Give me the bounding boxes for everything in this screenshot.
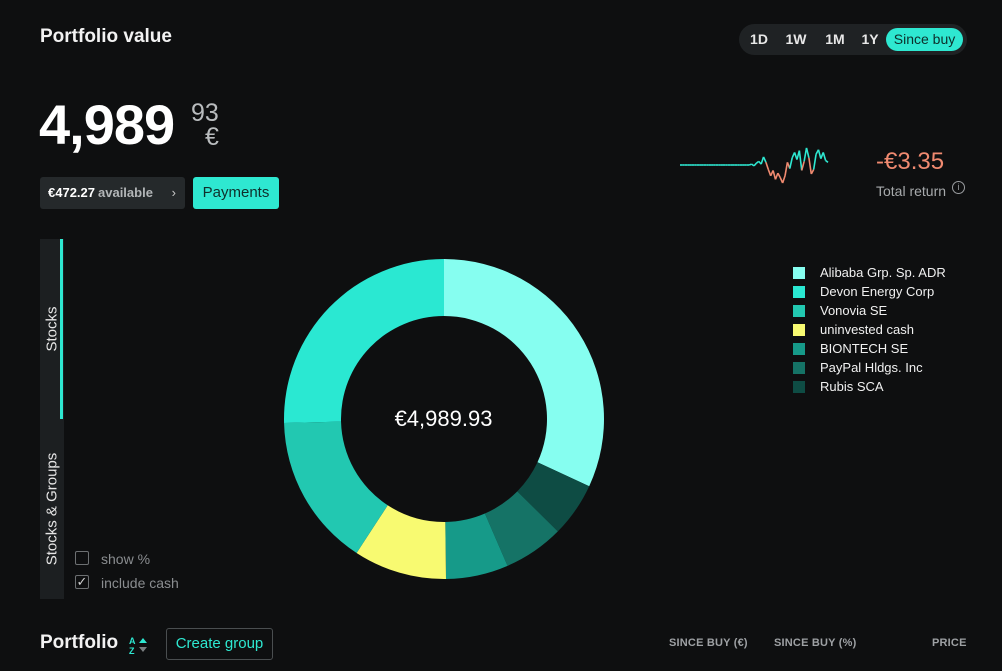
page-title: Portfolio value <box>40 26 172 47</box>
range-1d-button[interactable]: 1D <box>747 28 771 51</box>
total-return-value: -€3.35 <box>876 148 945 175</box>
create-group-button[interactable]: Create group <box>166 628 273 660</box>
sparkline-segment <box>805 147 810 158</box>
sparkline-segment <box>812 154 817 170</box>
svg-text:Z: Z <box>129 646 135 655</box>
sparkline-segment <box>777 172 781 178</box>
sparkline-segment <box>817 149 822 159</box>
sparkline-segment <box>798 150 803 171</box>
legend-label: Devon Energy Corp <box>820 284 935 299</box>
range-1w-button[interactable]: 1W <box>781 28 811 51</box>
sparkline-segment <box>755 160 760 164</box>
legend-label: Vonovia SE <box>820 303 888 318</box>
sparkline-segment <box>748 163 752 166</box>
legend-swatch <box>793 324 805 336</box>
donut-segment-devon-energy-corp[interactable] <box>284 259 444 424</box>
tab-stocks-groups-label: Stocks & Groups <box>43 452 61 566</box>
portfolio-value: 4,989 <box>39 93 175 156</box>
include-cash-label: include cash <box>101 575 179 591</box>
checkmark-icon: ✓ <box>76 574 88 589</box>
legend-swatch <box>793 381 805 393</box>
sort-az-icon[interactable]: A Z <box>128 635 150 655</box>
portfolio-value-currency: € <box>205 123 219 151</box>
time-range-selector: 1D 1W 1M 1Y Since buy <box>739 24 967 55</box>
legend-label: PayPal Hldgs. Inc <box>820 360 923 375</box>
sparkline-segment <box>800 161 805 171</box>
show-percent-label: show % <box>101 551 151 567</box>
available-label: available <box>98 185 153 200</box>
sparkline-segment <box>822 152 827 161</box>
svg-text:A: A <box>129 636 136 646</box>
column-price[interactable]: PRICE <box>932 637 967 649</box>
range-1y-button[interactable]: 1Y <box>858 28 882 51</box>
legend-swatch <box>793 286 805 298</box>
available-amount: €472.27 <box>48 185 95 200</box>
portfolio-section-title: Portfolio <box>40 632 119 653</box>
sparkline-segment <box>825 159 829 163</box>
legend-swatch <box>793 305 805 317</box>
donut-segment-alibaba-grp-sp-adr[interactable] <box>444 259 604 487</box>
available-cash-button[interactable]: €472.27 available › <box>40 177 185 209</box>
info-icon[interactable]: i <box>952 181 965 194</box>
total-return-label: Total return <box>876 183 947 199</box>
legend-label: uninvested cash <box>820 322 914 337</box>
sparkline-segment <box>781 175 786 184</box>
range-1m-button[interactable]: 1M <box>821 28 849 51</box>
legend-swatch <box>793 267 805 279</box>
column-since-buy-percent[interactable]: SINCE BUY (%) <box>774 637 856 649</box>
sparkline-segment <box>784 162 789 176</box>
sparkline-segment <box>751 163 755 167</box>
legend-label: BIONTECH SE <box>820 341 909 356</box>
column-since-buy-eur[interactable]: SINCE BUY (€) <box>669 637 748 649</box>
legend-swatch <box>793 362 805 374</box>
show-percent-checkbox[interactable] <box>75 551 89 565</box>
chevron-right-icon: › <box>171 185 176 200</box>
tab-stocks-groups[interactable]: Stocks & Groups <box>40 419 64 599</box>
sparkline-chart <box>680 147 829 184</box>
tab-stocks-label: Stocks <box>43 306 61 352</box>
sparkline-segment <box>765 162 770 170</box>
legend-label: Rubis SCA <box>820 379 884 394</box>
sparkline-segment <box>753 162 757 167</box>
sparkline-segment <box>789 157 793 169</box>
payments-button[interactable]: Payments <box>193 177 279 209</box>
donut-center-value: €4,989.93 <box>394 406 493 431</box>
sparkline-segment <box>810 169 815 175</box>
active-tab-indicator <box>60 239 63 419</box>
legend-swatch <box>793 343 805 355</box>
sparkline-segment <box>803 147 808 162</box>
sparkline-segment <box>762 156 767 163</box>
range-since-buy-button[interactable]: Since buy <box>886 28 963 51</box>
sparkline-segment <box>772 170 777 180</box>
sparkline-segment <box>808 157 813 175</box>
legend-label: Alibaba Grp. Sp. ADR <box>820 265 946 280</box>
